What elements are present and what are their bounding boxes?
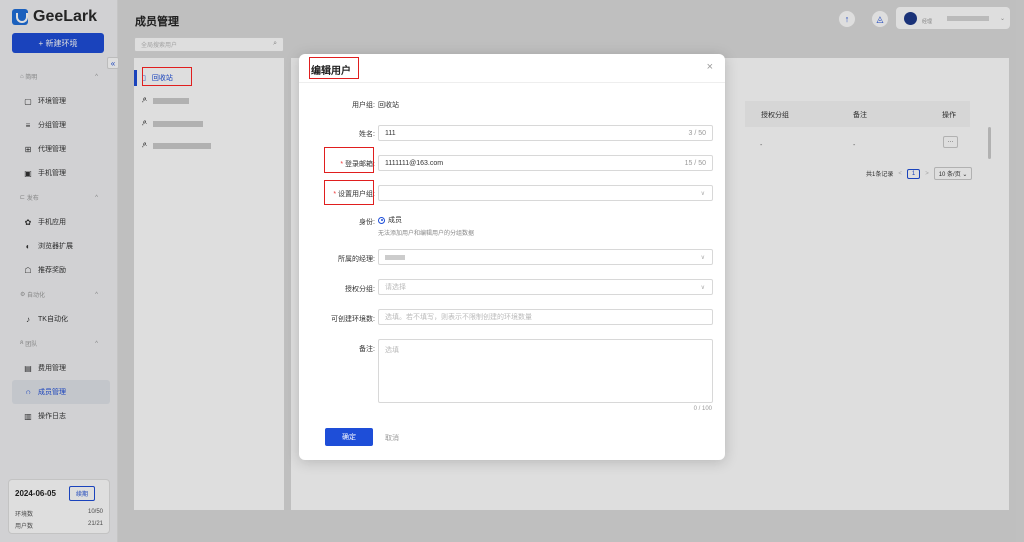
- perm-group-label: 授权分组:: [345, 286, 375, 293]
- name-char-count: 3 / 50: [688, 129, 706, 137]
- perm-group-select[interactable]: 请选择 ∨: [378, 279, 713, 295]
- divider: [299, 82, 725, 83]
- group-label: 用户组:: [352, 102, 375, 109]
- email-input[interactable]: 1111111@163.com 15 / 50: [378, 155, 713, 171]
- edit-user-dialog: 编辑用户 × 用户组: 回收站 姓名: 111 3 / 50 * 登录邮箱: 111…: [299, 54, 725, 460]
- highlight-box: [142, 67, 192, 86]
- role-radio[interactable]: 成员 无法添加用户和编辑用户的分组数据: [378, 215, 474, 237]
- role-label: 身份:: [359, 219, 375, 226]
- chevron-down-icon: ∨: [700, 254, 705, 261]
- cancel-button[interactable]: 取消: [385, 433, 399, 443]
- name-label: 姓名:: [359, 131, 375, 138]
- redacted-text: [385, 254, 405, 260]
- close-icon[interactable]: ×: [707, 61, 713, 73]
- email-char-count: 15 / 50: [684, 159, 706, 167]
- name-input[interactable]: 111 3 / 50: [378, 125, 713, 141]
- env-limit-label: 可创建环境数:: [331, 316, 375, 323]
- note-label: 备注:: [359, 346, 375, 353]
- note-char-count: 0 / 100: [693, 406, 712, 412]
- set-group-select[interactable]: ∨: [378, 185, 713, 201]
- manager-label: 所属的经理:: [338, 256, 375, 263]
- radio-selected-icon: [378, 216, 385, 224]
- chevron-down-icon: ∨: [700, 190, 705, 197]
- note-textarea[interactable]: 选填: [378, 339, 713, 403]
- highlight-box: [324, 180, 374, 205]
- env-limit-input[interactable]: 选填。若不填写，则表示不限制创建的环境数量: [378, 309, 713, 325]
- chevron-down-icon: ∨: [700, 284, 705, 291]
- highlight-box: [324, 147, 374, 173]
- manager-select[interactable]: ∨: [378, 249, 713, 265]
- confirm-button[interactable]: 确定: [325, 428, 373, 446]
- highlight-box: [309, 57, 359, 79]
- role-hint: 无法添加用户和编辑用户的分组数据: [378, 231, 475, 237]
- group-value: 回收站: [378, 102, 399, 109]
